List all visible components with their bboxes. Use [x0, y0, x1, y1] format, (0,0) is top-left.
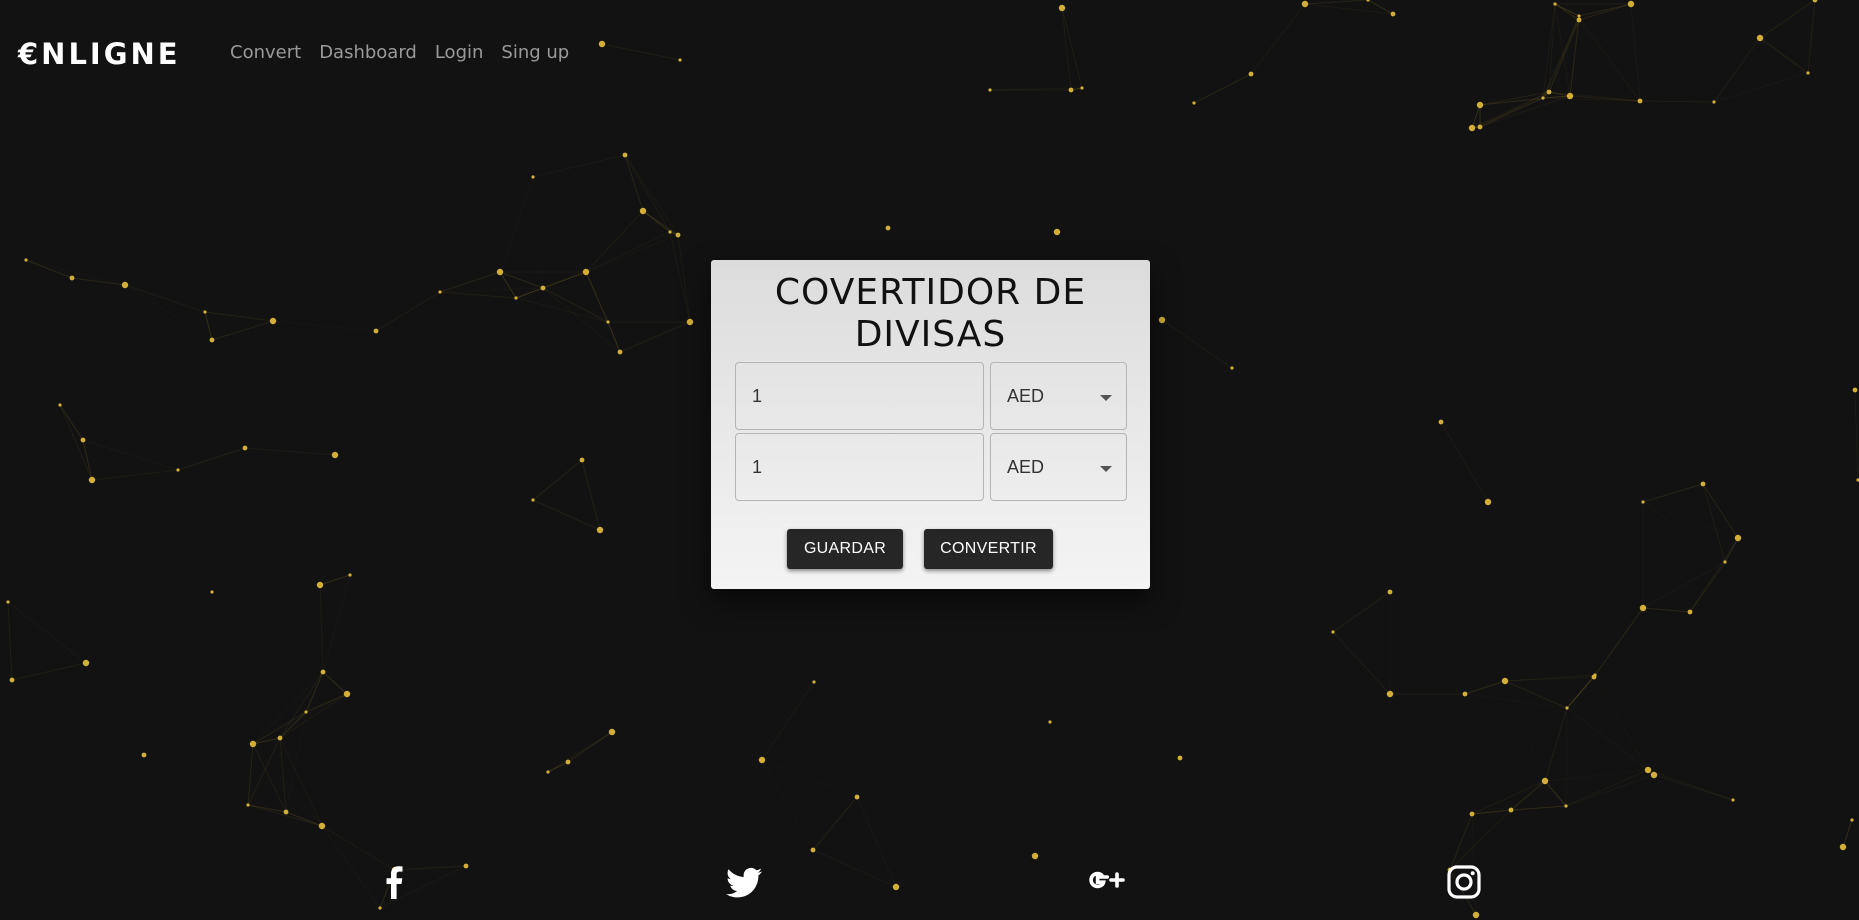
- from-currency-select[interactable]: AED: [990, 362, 1127, 430]
- converter-title-line-1: COVERTIDOR DE: [774, 272, 1087, 313]
- nav-link-login[interactable]: Login: [435, 42, 484, 64]
- chevron-down-icon: [1100, 466, 1112, 472]
- instagram-icon: [1447, 865, 1481, 899]
- save-button[interactable]: GUARDAR: [787, 529, 903, 569]
- brand-logo[interactable]: €NLIGNE: [18, 34, 181, 74]
- facebook-icon: [386, 866, 403, 899]
- converter-title-line-2: DIVISAS: [854, 314, 1007, 355]
- nav-link-signup[interactable]: Sing up: [501, 42, 569, 64]
- from-amount-input[interactable]: [735, 362, 984, 430]
- converter-title: COVERTIDOR DE DIVISAS: [711, 272, 1150, 356]
- to-currency-value: AED: [1007, 457, 1045, 477]
- converter-card: COVERTIDOR DE DIVISAS AED AED GUARDAR CO…: [711, 260, 1150, 589]
- chevron-down-icon: [1100, 395, 1112, 401]
- google-plus-icon: [1089, 871, 1125, 889]
- facebook-link[interactable]: [372, 860, 416, 904]
- nav-links: Convert Dashboard Login Sing up: [230, 42, 569, 64]
- nav-link-dashboard[interactable]: Dashboard: [319, 42, 417, 64]
- convert-button[interactable]: CONVERTIR: [924, 529, 1053, 569]
- twitter-link[interactable]: [722, 860, 766, 904]
- instagram-link[interactable]: [1442, 860, 1486, 904]
- to-currency-select[interactable]: AED: [990, 433, 1127, 501]
- nav-link-convert[interactable]: Convert: [230, 42, 301, 64]
- top-navbar: €NLIGNE Convert Dashboard Login Sing up: [0, 0, 1859, 106]
- from-currency-value: AED: [1007, 386, 1045, 406]
- google-plus-link[interactable]: [1084, 860, 1128, 904]
- twitter-icon: [726, 867, 762, 898]
- to-amount-input[interactable]: [735, 433, 984, 501]
